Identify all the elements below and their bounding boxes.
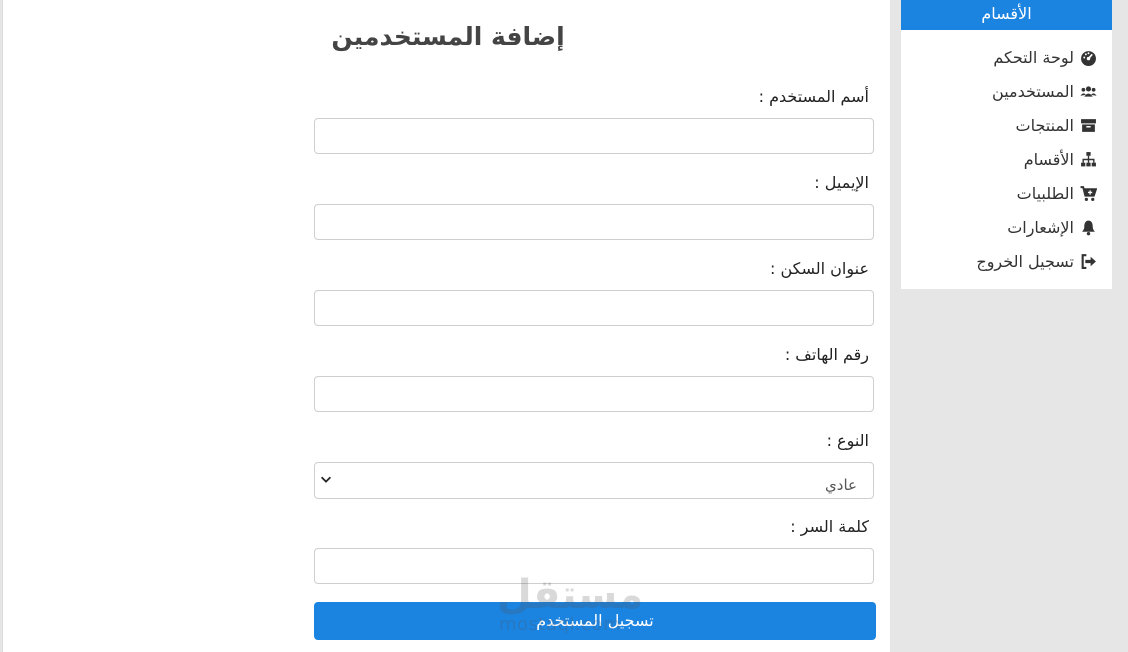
sitemap-icon	[1081, 151, 1096, 166]
sidebar-item-sections[interactable]: الأقسام	[1024, 147, 1097, 171]
main-content: إضافة المستخدمين أسم المستخدم : الإيميل …	[2, 0, 890, 652]
sidebar-item-notifications[interactable]: الإشعارات	[1007, 215, 1097, 239]
sidebar-item-label: لوحة التحكم	[993, 47, 1074, 67]
phone-label: رقم الهاتف :	[784, 345, 869, 364]
type-label: النوع :	[826, 431, 869, 450]
username-input[interactable]	[314, 118, 874, 154]
bell-icon	[1082, 220, 1095, 235]
password-input[interactable]	[314, 548, 874, 584]
sidebar-item-dashboard[interactable]: لوحة التحكم	[993, 45, 1097, 69]
sidebar-header: الأقسام	[901, 0, 1112, 30]
email-input[interactable]	[314, 204, 874, 240]
sidebar-item-label: المنتجات	[1015, 115, 1075, 135]
sidebar-item-label: الإشعارات	[1007, 217, 1074, 237]
type-select[interactable]: عادي	[314, 462, 874, 499]
sidebar-item-label: تسجيل الخروج	[976, 251, 1074, 271]
sidebar-item-products[interactable]: المنتجات	[1016, 113, 1098, 137]
username-label: أسم المستخدم :	[758, 87, 869, 106]
password-label: كلمة السر :	[790, 517, 869, 536]
sidebar-item-label: الطلبيات	[1016, 183, 1074, 203]
type-select-value: عادي	[825, 476, 857, 494]
sidebar-item-users[interactable]: المستخدمين	[992, 79, 1097, 103]
email-label: الإيميل :	[814, 173, 869, 192]
sidebar: الأقسام لوحة التحكم المستخدمين المنتجات …	[901, 0, 1112, 289]
register-user-button[interactable]: تسجيل المستخدم	[314, 602, 876, 640]
sidebar-item-logout[interactable]: تسجيل الخروج	[976, 249, 1097, 273]
sidebar-item-label: الأقسام	[1023, 149, 1074, 169]
sidebar-item-label: المستخدمين	[992, 81, 1074, 101]
users-icon	[1080, 85, 1097, 97]
address-label: عنوان السكن :	[769, 259, 869, 278]
page-title: إضافة المستخدمين	[331, 22, 565, 51]
sign-out-icon	[1081, 253, 1096, 269]
archive-icon	[1081, 118, 1096, 132]
address-input[interactable]	[314, 290, 874, 326]
sidebar-item-orders[interactable]: الطلبيات	[1017, 181, 1097, 205]
chevron-down-icon	[321, 476, 331, 483]
phone-input[interactable]	[314, 376, 874, 412]
dashboard-icon	[1081, 50, 1096, 66]
cart-icon	[1080, 185, 1097, 201]
